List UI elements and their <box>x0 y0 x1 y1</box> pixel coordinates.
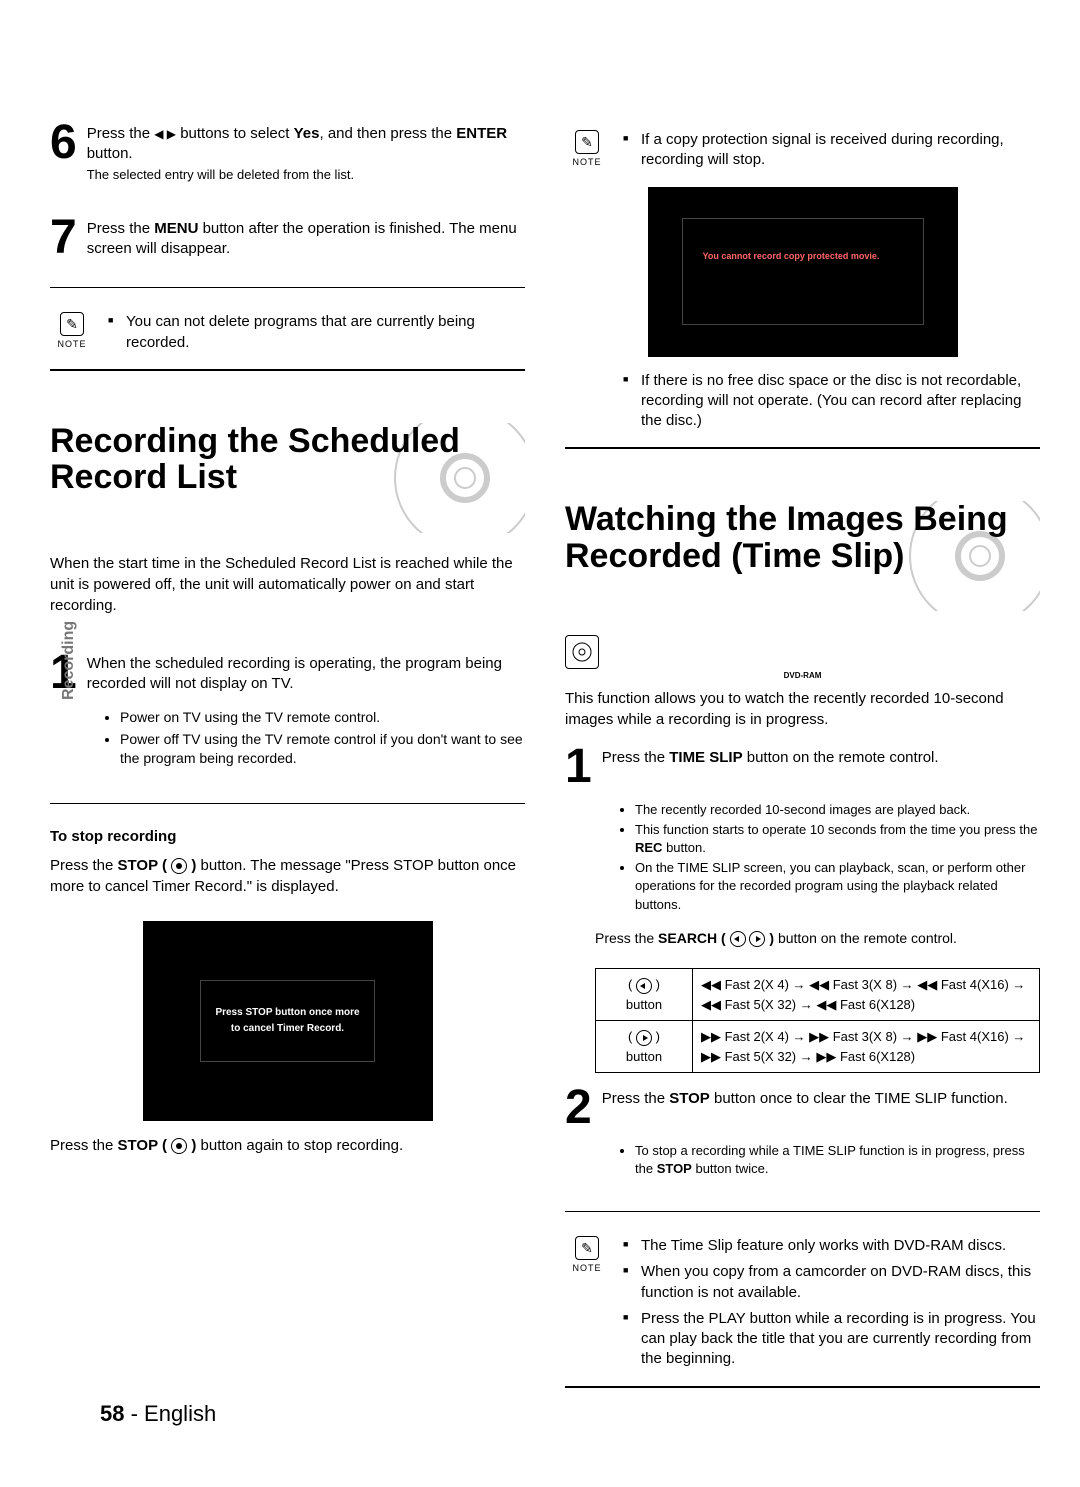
t: buttons to select <box>176 125 294 142</box>
table-cell: ▶▶ Fast 2(X 4) → ▶▶ Fast 3(X 8) → ▶▶ Fas… <box>693 1021 1040 1073</box>
table-cell: ( )button <box>596 969 693 1021</box>
table-cell: ( )button <box>596 1021 693 1073</box>
manual-page: Recording 6 Press the ◀ ▶ buttons to sel… <box>0 0 1080 1487</box>
t: When the scheduled recording is operatin… <box>87 650 525 695</box>
note-icon: ✎ <box>60 312 84 336</box>
note-icon: ✎ <box>575 1236 599 1260</box>
section-heading: Watching the Images Being Recorded (Time… <box>565 501 1040 611</box>
t: The selected entry will be deleted from … <box>87 167 354 182</box>
t: MENU <box>154 220 198 237</box>
t: , and then press the <box>319 125 456 142</box>
bullet: On the TIME SLIP screen, you can playbac… <box>635 859 1040 914</box>
bullet: Power on TV using the TV remote control. <box>120 708 525 728</box>
note-item: If a copy protection signal is received … <box>623 130 1040 171</box>
section-side-label: Recording <box>60 621 78 700</box>
note-label: NOTE <box>572 157 601 167</box>
step-1-right: 1 Press the TIME SLIP button on the remo… <box>565 744 1040 786</box>
t: Press the <box>87 125 155 142</box>
bullet-list: The recently recorded 10-second images a… <box>595 801 1040 916</box>
rewind-icon <box>636 978 652 994</box>
divider <box>565 1211 1040 1212</box>
ram-icon <box>565 635 599 669</box>
note-icon: ✎ <box>575 130 599 154</box>
page-footer: 58 - English <box>100 1401 216 1427</box>
note-block: ✎ NOTE The Time Slip feature only works … <box>565 1236 1040 1376</box>
bullet: The recently recorded 10-second images a… <box>635 801 1040 819</box>
note-item: If there is no free disc space or the di… <box>623 371 1040 432</box>
step-7: 7 Press the MENU button after the operat… <box>50 215 525 260</box>
forward-icon <box>636 1030 652 1046</box>
step-2-right: 2 Press the STOP button once to clear th… <box>565 1085 1040 1127</box>
rewind-icon <box>730 931 746 947</box>
bullet-list: To stop a recording while a TIME SLIP fu… <box>595 1142 1040 1180</box>
heading-text: Watching the Images Being Recorded (Time… <box>565 501 1040 574</box>
left-right-arrow-icon: ◀ ▶ <box>154 127 176 141</box>
note-item: You can not delete programs that are cur… <box>108 312 525 353</box>
t: Yes <box>294 125 320 142</box>
note-label: NOTE <box>57 339 86 349</box>
note-item: When you copy from a camcorder on DVD-RA… <box>623 1262 1040 1303</box>
divider <box>50 287 525 288</box>
section-heading: Recording the Scheduled Record List <box>50 423 525 533</box>
forward-icon <box>749 931 765 947</box>
t: button. <box>87 145 133 162</box>
dvd-ram-badge: DVD-RAM <box>565 635 1040 680</box>
step-number: 2 <box>565 1089 592 1127</box>
note-block: ✎ NOTE You can not delete programs that … <box>50 312 525 359</box>
tv-screen-mock: You cannot record copy protected movie. <box>648 187 958 357</box>
table-cell: ◀◀ Fast 2(X 4) → ◀◀ Fast 3(X 8) → ◀◀ Fas… <box>693 969 1040 1021</box>
step-6: 6 Press the ◀ ▶ buttons to select Yes, a… <box>50 120 525 185</box>
screen-text: Press STOP button once more <box>215 1005 359 1021</box>
paragraph: Press the STOP ( ) button. The message "… <box>50 855 525 897</box>
left-column: 6 Press the ◀ ▶ buttons to select Yes, a… <box>50 120 525 1400</box>
sub-heading: To stop recording <box>50 828 525 845</box>
screen-text: You cannot record copy protected movie. <box>703 249 903 263</box>
right-column: ✎ NOTE If a copy protection signal is re… <box>565 120 1040 1400</box>
note-label: NOTE <box>572 1263 601 1273</box>
bullet: This function starts to operate 10 secon… <box>635 821 1040 857</box>
divider <box>565 1386 1040 1388</box>
note-item: Press the PLAY button while a recording … <box>623 1309 1040 1370</box>
tv-screen-mock: Press STOP button once more to cancel Ti… <box>143 921 433 1121</box>
intro-paragraph: This function allows you to watch the re… <box>565 688 1040 730</box>
step-1-left: 1 When the scheduled recording is operat… <box>50 650 525 695</box>
divider <box>565 447 1040 449</box>
screen-text: to cancel Timer Record. <box>215 1021 359 1037</box>
search-speed-table: ( )button ◀◀ Fast 2(X 4) → ◀◀ Fast 3(X 8… <box>595 968 1040 1073</box>
bullet-list: Power on TV using the TV remote control.… <box>80 708 525 771</box>
bullet: Power off TV using the TV remote control… <box>120 730 525 769</box>
step-number: 1 <box>565 748 592 786</box>
heading-text: Recording the Scheduled Record List <box>50 423 525 496</box>
paragraph: Press the STOP ( ) button again to stop … <box>50 1135 525 1156</box>
paragraph: Press the SEARCH ( ) button on the remot… <box>595 929 1040 949</box>
intro-paragraph: When the start time in the Scheduled Rec… <box>50 553 525 616</box>
divider <box>50 369 525 371</box>
divider <box>50 803 525 804</box>
stop-icon <box>171 858 187 874</box>
note-block: ✎ NOTE If a copy protection signal is re… <box>565 130 1040 177</box>
t: ENTER <box>456 125 507 142</box>
page-number: 58 <box>100 1401 124 1426</box>
step-number: 6 <box>50 124 77 162</box>
bullet: To stop a recording while a TIME SLIP fu… <box>635 1142 1040 1178</box>
note-item: The Time Slip feature only works with DV… <box>623 1236 1040 1256</box>
step-number: 7 <box>50 219 77 257</box>
t: Press the <box>87 220 155 237</box>
stop-icon <box>171 1138 187 1154</box>
page-lang: - English <box>124 1401 216 1426</box>
ram-label: DVD-RAM <box>565 671 1040 680</box>
